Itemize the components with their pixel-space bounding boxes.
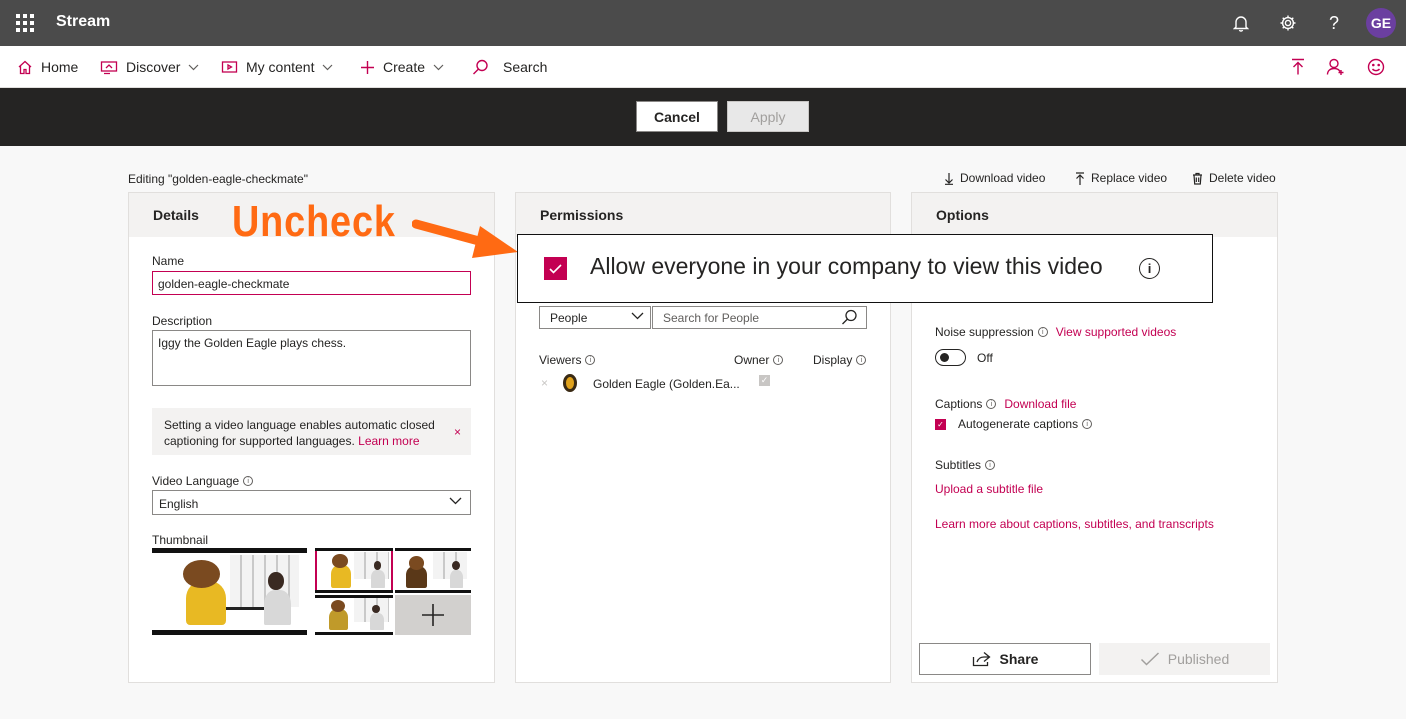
upload-icon <box>1076 171 1084 185</box>
download-video-button[interactable]: Download video <box>944 171 1045 185</box>
upload-subtitle-link[interactable]: Upload a subtitle file <box>935 482 1043 496</box>
viewer-name: Golden Eagle (Golden.Ea... <box>593 377 740 391</box>
allow-everyone-label: Allow everyone in your company to view t… <box>590 253 1103 279</box>
download-icon <box>945 172 953 185</box>
annotation-arrow-icon <box>412 219 518 258</box>
nav-bar: Home Discover My content Create Search <box>0 46 1406 88</box>
autogenerate-captions-checkbox[interactable]: ✓ <box>935 419 946 430</box>
video-language-label: Video Language i <box>152 474 254 488</box>
chevron-down-icon <box>631 312 644 320</box>
name-input[interactable]: golden-eagle-checkmate <box>152 271 471 295</box>
search-icon <box>842 309 857 325</box>
info-icon[interactable]: i <box>1082 419 1093 429</box>
description-input[interactable]: Iggy the Golden Eagle plays chess. <box>152 330 471 386</box>
nav-home[interactable]: Home <box>17 46 78 88</box>
chevron-down-icon <box>189 64 199 70</box>
upload-icon[interactable] <box>1286 55 1310 79</box>
discover-icon <box>100 60 118 74</box>
owner-checkbox[interactable]: ✓ <box>759 375 770 386</box>
info-icon[interactable]: i <box>773 355 784 365</box>
permissions-header: Permissions <box>516 193 890 237</box>
download-captions-link[interactable]: Download file <box>1004 397 1076 411</box>
info-icon[interactable]: i <box>243 476 254 486</box>
video-language-select[interactable]: English <box>152 490 471 515</box>
people-select[interactable]: People <box>539 306 651 329</box>
share-button[interactable]: Share <box>919 643 1091 675</box>
name-label: Name <box>152 254 185 268</box>
nav-search[interactable]: Search <box>472 46 547 88</box>
noise-suppression-toggle[interactable] <box>935 349 966 366</box>
viewers-column-label: Viewers i <box>539 353 596 367</box>
annotation-label: Uncheck <box>232 197 396 246</box>
learn-more-link[interactable]: Learn more <box>358 434 419 448</box>
home-icon <box>18 60 32 74</box>
display-column-label: Display i <box>813 353 867 367</box>
checkmark-icon <box>549 263 562 274</box>
thumbnail-label: Thumbnail <box>152 533 209 547</box>
allow-everyone-callout: Allow everyone in your company to view t… <box>517 234 1213 303</box>
share-icon <box>972 651 991 667</box>
noise-suppression-state: Off <box>977 351 993 365</box>
bell-icon[interactable] <box>1228 10 1254 36</box>
info-icon[interactable]: i <box>1139 258 1160 279</box>
help-icon[interactable]: ? <box>1321 10 1347 36</box>
smiley-icon[interactable] <box>1364 55 1388 79</box>
app-title[interactable]: Stream <box>56 13 110 31</box>
checkmark-icon <box>1140 652 1159 666</box>
viewer-row: × Golden Eagle (Golden.Ea... ✓ <box>539 373 869 395</box>
search-icon <box>473 59 488 74</box>
description-label: Description <box>152 314 213 328</box>
suite-bar: Stream ? GE <box>0 0 1406 46</box>
nav-create[interactable]: Create <box>360 46 444 88</box>
info-icon[interactable]: i <box>985 460 996 470</box>
allow-everyone-checkbox[interactable] <box>544 257 567 280</box>
eagle-avatar-icon <box>563 374 577 392</box>
language-note: Setting a video language enables automat… <box>152 408 471 455</box>
nav-my-content[interactable]: My content <box>221 46 333 88</box>
avatar[interactable]: GE <box>1366 8 1396 38</box>
noise-suppression-label: Noise suppression i View supported video… <box>935 325 1177 339</box>
delete-video-button[interactable]: Delete video <box>1192 171 1276 185</box>
trash-icon <box>1193 172 1202 185</box>
video-icon <box>221 61 238 73</box>
waffle-icon[interactable] <box>14 12 34 32</box>
plus-icon <box>422 604 444 626</box>
plus-icon <box>361 60 374 74</box>
editing-title: Editing "golden-eagle-checkmate" <box>128 172 308 186</box>
cancel-button[interactable]: Cancel <box>636 101 718 132</box>
info-icon[interactable]: i <box>856 355 867 365</box>
info-icon[interactable]: i <box>585 355 596 365</box>
edit-action-bar: Cancel Apply <box>0 88 1406 146</box>
captions-label: Captions i Download file <box>935 397 1077 411</box>
chevron-down-icon <box>449 497 462 505</box>
thumbnail-option[interactable] <box>315 595 393 635</box>
published-button[interactable]: Published <box>1099 643 1270 675</box>
nav-discover[interactable]: Discover <box>100 46 199 88</box>
chevron-down-icon <box>433 64 444 70</box>
owner-column-label: Owner i <box>734 353 784 367</box>
apply-button[interactable]: Apply <box>727 101 809 132</box>
remove-viewer-icon[interactable]: × <box>541 376 548 390</box>
learn-more-captions-link[interactable]: Learn more about captions, subtitles, an… <box>935 517 1214 531</box>
gear-icon[interactable] <box>1275 10 1301 36</box>
autogenerate-captions-label: Autogenerate captions i <box>958 417 1093 431</box>
replace-video-button[interactable]: Replace video <box>1075 171 1167 185</box>
subtitles-label: Subtitles i <box>935 458 996 472</box>
add-thumbnail-button[interactable] <box>395 595 471 635</box>
add-person-icon[interactable] <box>1324 55 1348 79</box>
people-search-input[interactable]: Search for People <box>652 306 867 329</box>
info-icon[interactable]: i <box>986 399 997 409</box>
options-header: Options <box>912 193 1277 237</box>
thumbnail-option[interactable] <box>395 548 471 593</box>
info-icon[interactable]: i <box>1037 327 1048 337</box>
chevron-down-icon <box>323 64 333 70</box>
close-icon[interactable]: × <box>454 424 461 440</box>
thumbnail-option[interactable] <box>315 548 393 593</box>
view-supported-videos-link[interactable]: View supported videos <box>1056 325 1177 339</box>
thumbnail-preview <box>152 548 307 635</box>
